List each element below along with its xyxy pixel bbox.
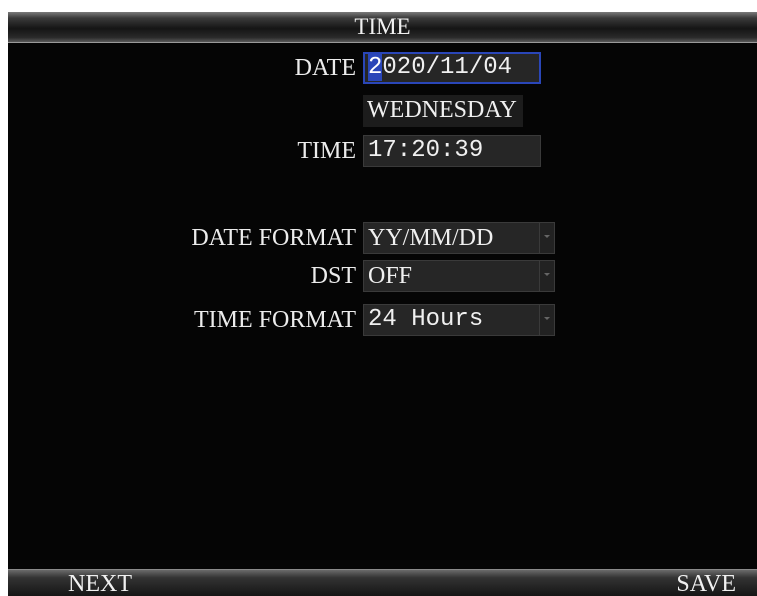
time-format-select[interactable]: 24 Hours: [363, 304, 555, 336]
chevron-down-icon: [544, 235, 550, 238]
time-format-label: TIME FORMAT: [193, 307, 356, 333]
date-format-value: YY/MM/DD: [368, 225, 494, 251]
chevron-down-icon: [544, 317, 550, 320]
date-label: DATE: [294, 55, 356, 81]
page-title: TIME: [354, 14, 411, 39]
chevron-down-icon: [544, 273, 550, 276]
weekday-row: WEDNESDAY: [8, 95, 757, 129]
bottom-bar: NEXT SAVE: [8, 569, 757, 596]
date-format-label: DATE FORMAT: [191, 225, 356, 251]
save-button[interactable]: SAVE: [676, 571, 736, 596]
time-format-dropdown-arrow[interactable]: [539, 305, 554, 335]
next-button[interactable]: NEXT: [68, 571, 132, 596]
date-format-row: DATE FORMAT YY/MM/DD: [8, 222, 757, 256]
dst-dropdown-arrow[interactable]: [539, 261, 554, 291]
date-format-select[interactable]: YY/MM/DD: [363, 222, 555, 254]
dst-label: DST: [310, 263, 356, 289]
time-label: TIME: [297, 138, 356, 164]
date-row: DATE 2020/11/04: [8, 52, 757, 86]
dst-value: OFF: [368, 263, 413, 289]
title-bar: TIME: [8, 12, 757, 43]
time-settings-screen: TIME DATE 2020/11/04 WEDNESDAY TIME 17:2…: [8, 12, 757, 596]
time-format-value: 24 Hours: [368, 306, 484, 333]
date-cursor-char: 2: [368, 54, 383, 81]
time-format-row: TIME FORMAT 24 Hours: [8, 304, 757, 338]
time-row: TIME 17:20:39: [8, 135, 757, 169]
date-format-dropdown-arrow[interactable]: [539, 223, 554, 253]
time-input[interactable]: 17:20:39: [363, 135, 541, 167]
date-input[interactable]: 2020/11/04: [363, 52, 541, 84]
dst-row: DST OFF: [8, 260, 757, 294]
date-value-rest: 020/11/04: [382, 54, 513, 81]
weekday-display: WEDNESDAY: [363, 95, 523, 127]
dst-select[interactable]: OFF: [363, 260, 555, 292]
